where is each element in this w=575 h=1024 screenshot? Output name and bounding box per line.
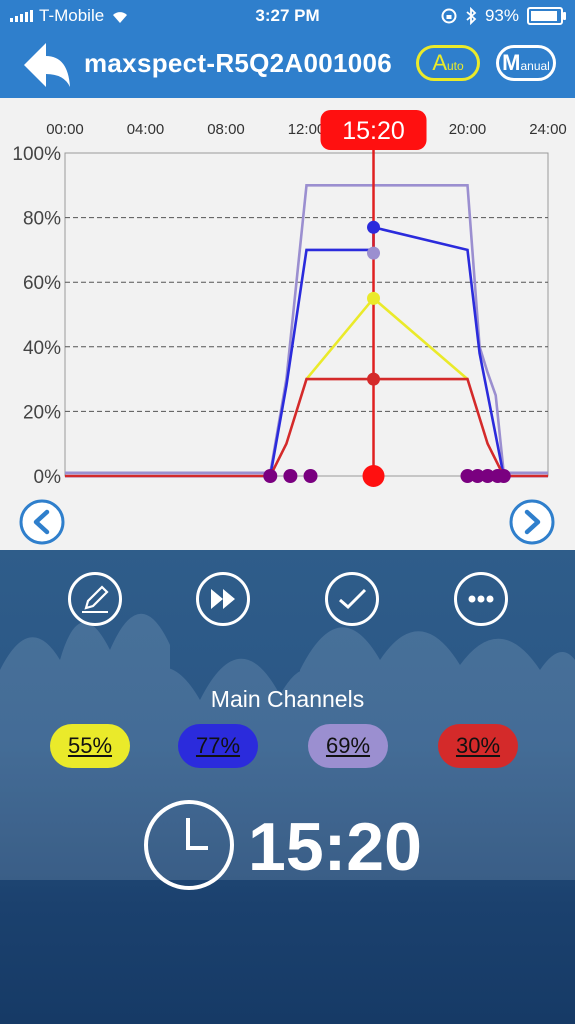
current-time-label: 15:20 <box>342 117 405 145</box>
back-arrow-icon[interactable] <box>20 40 72 90</box>
chart-canvas[interactable]: 0%20%40%60%80%100%00:0004:0008:0012:0016… <box>0 98 575 550</box>
x-tick-label: 04:00 <box>127 121 165 138</box>
confirm-button[interactable] <box>325 572 379 626</box>
manual-mode-button[interactable]: Manual <box>496 45 556 81</box>
schedule-point[interactable] <box>303 469 318 483</box>
light-schedule-chart: 0%20%40%60%80%100%00:0004:0008:0012:0016… <box>0 98 575 550</box>
top-header: T-Mobile 3:27 PM 93% maxspect-R5Q2A00100… <box>0 0 575 98</box>
edit-button[interactable] <box>68 572 122 626</box>
current-time-display: 15:20 <box>248 809 422 885</box>
bluetooth-icon <box>466 7 477 25</box>
schedule-point[interactable] <box>263 469 278 483</box>
checkmark-icon <box>339 588 367 610</box>
y-tick-label: 60% <box>23 273 61 294</box>
battery-fill <box>531 11 558 21</box>
status-bar: T-Mobile 3:27 PM 93% <box>0 0 575 34</box>
control-panel: Main Channels 55% 77% 69% 30% 15:20 <box>0 550 575 1024</box>
device-title: maxspect-R5Q2A001006 <box>84 48 393 78</box>
auto-label-rest: uto <box>447 59 464 73</box>
x-tick-label: 08:00 <box>207 121 245 138</box>
manual-label-rest: anual <box>520 59 550 73</box>
series-current-point[interactable] <box>367 291 381 305</box>
auto-label-initial: A <box>432 50 447 75</box>
prev-day-button[interactable] <box>19 499 65 545</box>
fast-forward-button[interactable] <box>196 572 250 626</box>
status-right: 93% <box>441 6 566 26</box>
time-slider-handle[interactable] <box>362 465 385 487</box>
series-current-point[interactable] <box>367 246 381 260</box>
auto-mode-button[interactable]: Auto <box>416 45 480 81</box>
fast-forward-icon <box>211 589 235 609</box>
battery-icon <box>527 7 566 25</box>
x-tick-label: 20:00 <box>449 121 487 138</box>
series-current-point[interactable] <box>367 372 381 386</box>
schedule-point[interactable] <box>496 469 511 483</box>
more-options-button[interactable] <box>454 572 508 626</box>
x-tick-label: 12:00 <box>288 121 326 138</box>
y-tick-label: 40% <box>23 338 61 359</box>
y-tick-label: 20% <box>23 402 61 423</box>
clock-icon <box>144 800 234 890</box>
schedule-point[interactable] <box>283 469 298 483</box>
main-channels-title: Main Channels <box>210 686 365 712</box>
x-tick-label: 00:00 <box>46 121 84 138</box>
channel-pill[interactable]: 30% <box>438 724 518 768</box>
battery-percent: 93% <box>484 6 519 25</box>
y-tick-label: 100% <box>12 144 61 165</box>
series-current-point[interactable] <box>367 220 381 234</box>
x-tick-label: 24:00 <box>529 121 567 138</box>
y-tick-label: 0% <box>34 467 62 488</box>
channel-pill[interactable]: 55% <box>50 724 130 768</box>
next-day-button[interactable] <box>509 499 555 545</box>
rotation-lock-icon <box>441 8 457 24</box>
manual-label-initial: M <box>502 50 521 75</box>
channel-pill[interactable]: 69% <box>308 724 388 768</box>
y-tick-label: 80% <box>23 209 61 230</box>
more-dots-icon <box>468 595 494 603</box>
channel-pill[interactable]: 77% <box>178 724 258 768</box>
clock-minute-hand <box>186 846 208 850</box>
pencil-icon <box>82 585 109 613</box>
